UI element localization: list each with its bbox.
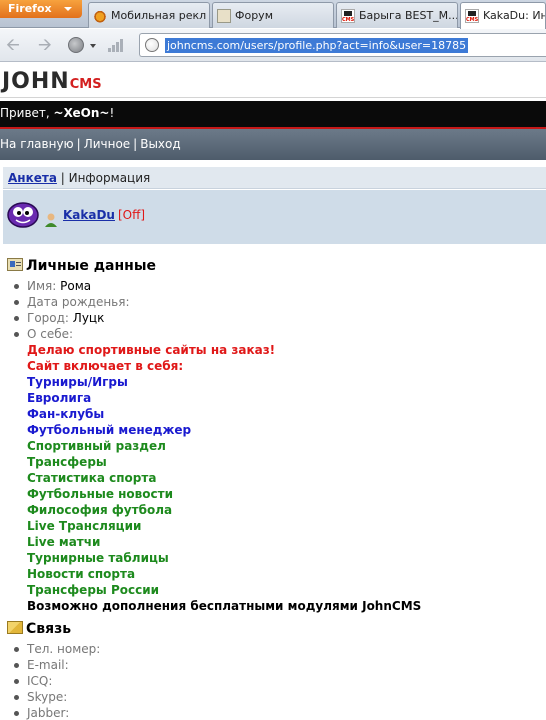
forward-arrow-icon[interactable]: 🡪 — [38, 37, 52, 54]
list-item: ICQ: — [14, 673, 100, 689]
personal-fields-list: Имя: Рома Дата рожденья: Город: Луцк О с… — [14, 278, 130, 342]
menu-separator: | — [133, 137, 138, 151]
greeting-username: ~XeOn~ — [53, 106, 110, 120]
list-item: Skype: — [14, 689, 100, 705]
about-line: Трансферы — [27, 455, 107, 469]
list-item: О себе: — [14, 326, 130, 342]
site-logo[interactable]: JOHNCMS — [2, 69, 102, 94]
back-arrow-icon[interactable]: 🡨 — [6, 37, 20, 54]
browser-tab-strip: Firefox Мобильная рекл Форум Барыга BEST… — [0, 0, 546, 29]
browser-tab-title: Мобильная рекл — [111, 9, 207, 22]
browser-tab[interactable]: Барыга BEST_M... — [336, 2, 458, 28]
field-label: Дата рожденья: — [27, 295, 130, 309]
menu-link-logout[interactable]: Выход — [140, 137, 180, 151]
about-line: Сайт включает в себя: — [27, 359, 184, 373]
breadcrumb-separator: | — [56, 171, 69, 185]
browser-tab[interactable]: Форум — [212, 2, 334, 28]
user-icon — [45, 213, 57, 227]
about-line: Фан-клубы — [27, 407, 105, 421]
cms-icon — [465, 9, 479, 23]
about-line: Статистика спорта — [27, 471, 157, 485]
address-bar-url[interactable]: johncms.com/users/profile.php?act=info&u… — [165, 38, 469, 53]
menu-link-home[interactable]: На главную — [0, 137, 74, 151]
avatar — [7, 202, 39, 228]
contact-fields-list: Тел. номер: E-mail: ICQ: Skype: Jabber: — [14, 641, 100, 720]
cart-icon — [93, 9, 107, 23]
firefox-menu-label: Firefox — [8, 2, 52, 15]
personal-data-heading: Личные данные — [7, 258, 156, 274]
status-badge: [Off] — [117, 208, 146, 222]
field-label: Имя: — [27, 279, 57, 293]
section-title: Связь — [26, 621, 72, 637]
field-label: Город: — [27, 311, 69, 325]
about-line: Футбольные новости — [27, 487, 173, 501]
field-label: Тел. номер: — [27, 642, 101, 656]
about-line: Турниры/Игры — [27, 375, 128, 389]
list-item: Имя: Рома — [14, 278, 130, 294]
list-item: Jabber: — [14, 705, 100, 720]
signal-bars-icon — [108, 39, 123, 52]
list-item: Тел. номер: — [14, 641, 100, 657]
list-item: E-mail: — [14, 657, 100, 673]
browser-tab-title: Форум — [235, 9, 273, 22]
menu-link-personal[interactable]: Личное — [84, 137, 130, 151]
about-line: Футбольный менеджер — [27, 423, 192, 437]
about-line: Спортивный раздел — [27, 439, 166, 453]
chevron-down-icon — [64, 7, 72, 11]
browser-tab-active[interactable]: KakaDu: Инф — [460, 2, 546, 29]
info-tab-label: Информация — [68, 171, 151, 185]
about-line: Возможно дополнения бесплатными модулями… — [27, 599, 422, 613]
moon-icon[interactable] — [68, 37, 84, 53]
contact-heading: Связь — [7, 621, 71, 637]
field-label: Skype: — [27, 690, 68, 704]
field-value: Луцк — [72, 311, 105, 325]
globe-icon — [145, 38, 159, 52]
id-card-icon — [7, 258, 23, 271]
site-header: JOHNCMS — [0, 63, 546, 101]
browser-tab[interactable]: Мобильная рекл — [88, 2, 210, 28]
about-line: Турнирные таблицы — [27, 551, 169, 565]
greeting-exclamation: ! — [109, 106, 115, 120]
list-item: Дата рожденья: — [14, 294, 130, 310]
greeting-text: Привет, — [0, 106, 54, 120]
field-label: ICQ: — [27, 674, 53, 688]
field-label: Jabber: — [27, 706, 70, 720]
browser-navigation-bar: 🡨 🡪 johncms.com/users/profile.php?act=in… — [0, 29, 546, 62]
section-title: Личные данные — [26, 258, 157, 274]
profile-username: KakaDu [Off] — [63, 208, 145, 222]
user-card: KakaDu [Off] — [3, 190, 546, 244]
field-label: E-mail: — [27, 658, 69, 672]
about-line: Философия футбола — [27, 503, 173, 517]
field-label: О себе: — [27, 327, 74, 341]
logo-sub-text: CMS — [69, 77, 102, 92]
about-line: Делаю спортивные сайты на заказ! — [27, 343, 276, 357]
firefox-menu-button[interactable]: Firefox — [0, 0, 82, 18]
about-line: Трансферы России — [27, 583, 160, 597]
field-value: Рома — [60, 279, 92, 293]
main-menu: На главную | Личное | Выход — [0, 129, 546, 160]
about-line: Евролига — [27, 391, 92, 405]
envelope-icon — [7, 621, 23, 634]
forum-icon — [217, 9, 231, 23]
logo-main-text: JOHN — [2, 69, 70, 94]
address-bar[interactable]: johncms.com/users/profile.php?act=info&u… — [139, 33, 546, 57]
chevron-down-icon[interactable] — [90, 44, 96, 48]
profile-tab-link[interactable]: Анкета — [8, 171, 57, 185]
browser-tab-title: Барыга BEST_M... — [359, 9, 458, 22]
about-line: Новости спорта — [27, 567, 136, 581]
about-text-block: Делаю спортивные сайты на заказ! Сайт вкл… — [27, 342, 421, 614]
menu-separator: | — [76, 137, 81, 151]
profile-breadcrumb: Анкета | Информация — [3, 167, 546, 189]
cms-icon — [341, 9, 355, 23]
greeting-bar: Привет, ~XeOn~! — [0, 101, 546, 129]
divider — [0, 97, 546, 98]
username-link[interactable]: KakaDu — [63, 208, 115, 222]
list-item: Город: Луцк — [14, 310, 130, 326]
about-line: Live Трансляции — [27, 519, 142, 533]
browser-tab-title: KakaDu: Инф — [483, 9, 545, 22]
about-line: Live матчи — [27, 535, 101, 549]
